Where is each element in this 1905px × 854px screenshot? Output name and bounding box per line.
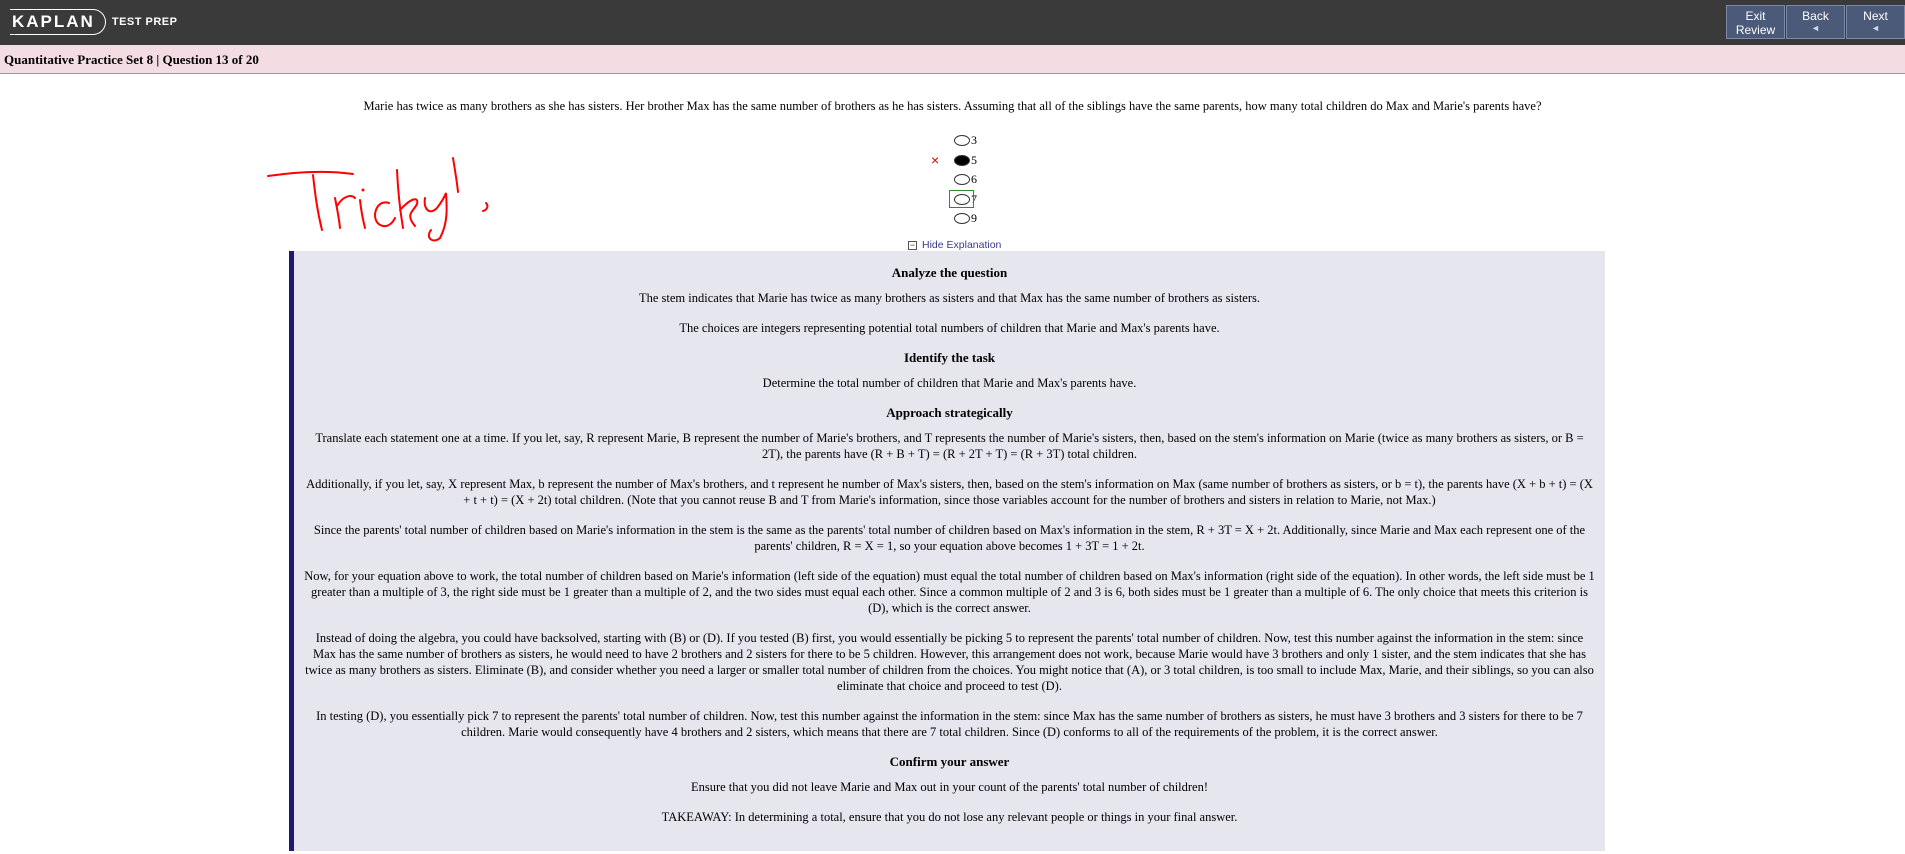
- nav-buttons: Exit Review Back ◄ Next ◄: [1726, 5, 1905, 39]
- choice-c[interactable]: 6: [954, 170, 977, 190]
- correct-answer-highlight: [949, 189, 974, 208]
- choice-d[interactable]: 7: [949, 189, 977, 210]
- question-counter: Quantitative Practice Set 8 | Question 1…: [4, 52, 259, 67]
- brand-subtitle: TEST PREP: [111, 16, 178, 28]
- section-heading: Analyze the question: [891, 265, 1008, 280]
- hide-explanation-label: Hide Explanation: [922, 239, 1002, 251]
- kaplan-logo: KAPLAN TEST PREP: [10, 9, 177, 35]
- choice-a[interactable]: 3: [954, 131, 977, 151]
- back-button[interactable]: Back ◄: [1786, 5, 1845, 39]
- choice-b[interactable]: × 5: [931, 151, 977, 171]
- back-arrow-icon: ◄: [1811, 23, 1820, 33]
- explanation-paragraph: The stem indicates that Marie has twice …: [638, 291, 1260, 305]
- radio-button-selected[interactable]: [954, 154, 970, 166]
- section-heading: Approach strategically: [886, 405, 1013, 420]
- section-heading: Confirm your answer: [889, 754, 1010, 769]
- explanation-paragraph: TAKEAWAY: In determining a total, ensure…: [661, 810, 1238, 824]
- collapse-icon: −: [908, 239, 917, 250]
- radio-button[interactable]: [954, 174, 970, 186]
- question-header-bar: Quantitative Practice Set 8 | Question 1…: [0, 45, 1905, 74]
- explanation-paragraph: Additionally, if you let, say, X represe…: [306, 477, 1593, 507]
- explanation-panel: Analyze the question The stem indicates …: [289, 251, 1605, 851]
- explanation-paragraph: The choices are integers representing po…: [679, 321, 1220, 335]
- explanation-paragraph: Since the parents' total number of child…: [313, 523, 1586, 553]
- explanation-paragraph: Now, for your equation above to work, th…: [304, 569, 1595, 615]
- choice-e[interactable]: 9: [954, 209, 977, 229]
- incorrect-x-icon: ×: [931, 151, 940, 168]
- explanation-paragraph: Ensure that you did not leave Marie and …: [690, 780, 1209, 794]
- choice-label: 9: [971, 211, 977, 226]
- next-button[interactable]: Next ◄: [1846, 5, 1905, 39]
- radio-button[interactable]: [954, 135, 970, 147]
- handwritten-annotation: [265, 148, 495, 248]
- top-bar: KAPLAN TEST PREP Exit Review Back ◄ Next…: [0, 0, 1905, 45]
- explanation-paragraph: In testing (D), you essentially pick 7 t…: [316, 709, 1583, 739]
- explanation-paragraph: Instead of doing the algebra, you could …: [305, 631, 1594, 693]
- question-stem: Marie has twice as many brothers as she …: [363, 99, 1542, 113]
- choice-label: 6: [971, 172, 977, 187]
- brand-name: KAPLAN: [12, 12, 95, 31]
- next-arrow-icon: ◄: [1871, 23, 1880, 33]
- radio-button[interactable]: [954, 213, 970, 225]
- explanation-paragraph: Determine the total number of children t…: [762, 376, 1137, 390]
- hide-explanation-toggle[interactable]: − Hide Explanation: [908, 239, 1001, 251]
- exit-review-button[interactable]: Exit Review: [1726, 5, 1785, 39]
- choice-label: 3: [971, 133, 977, 148]
- answer-choices: 3 × 5 6 7 9: [931, 131, 977, 229]
- choice-label: 5: [971, 152, 977, 167]
- section-heading: Identify the task: [903, 350, 995, 365]
- explanation-paragraph: Translate each statement one at a time. …: [315, 431, 1584, 461]
